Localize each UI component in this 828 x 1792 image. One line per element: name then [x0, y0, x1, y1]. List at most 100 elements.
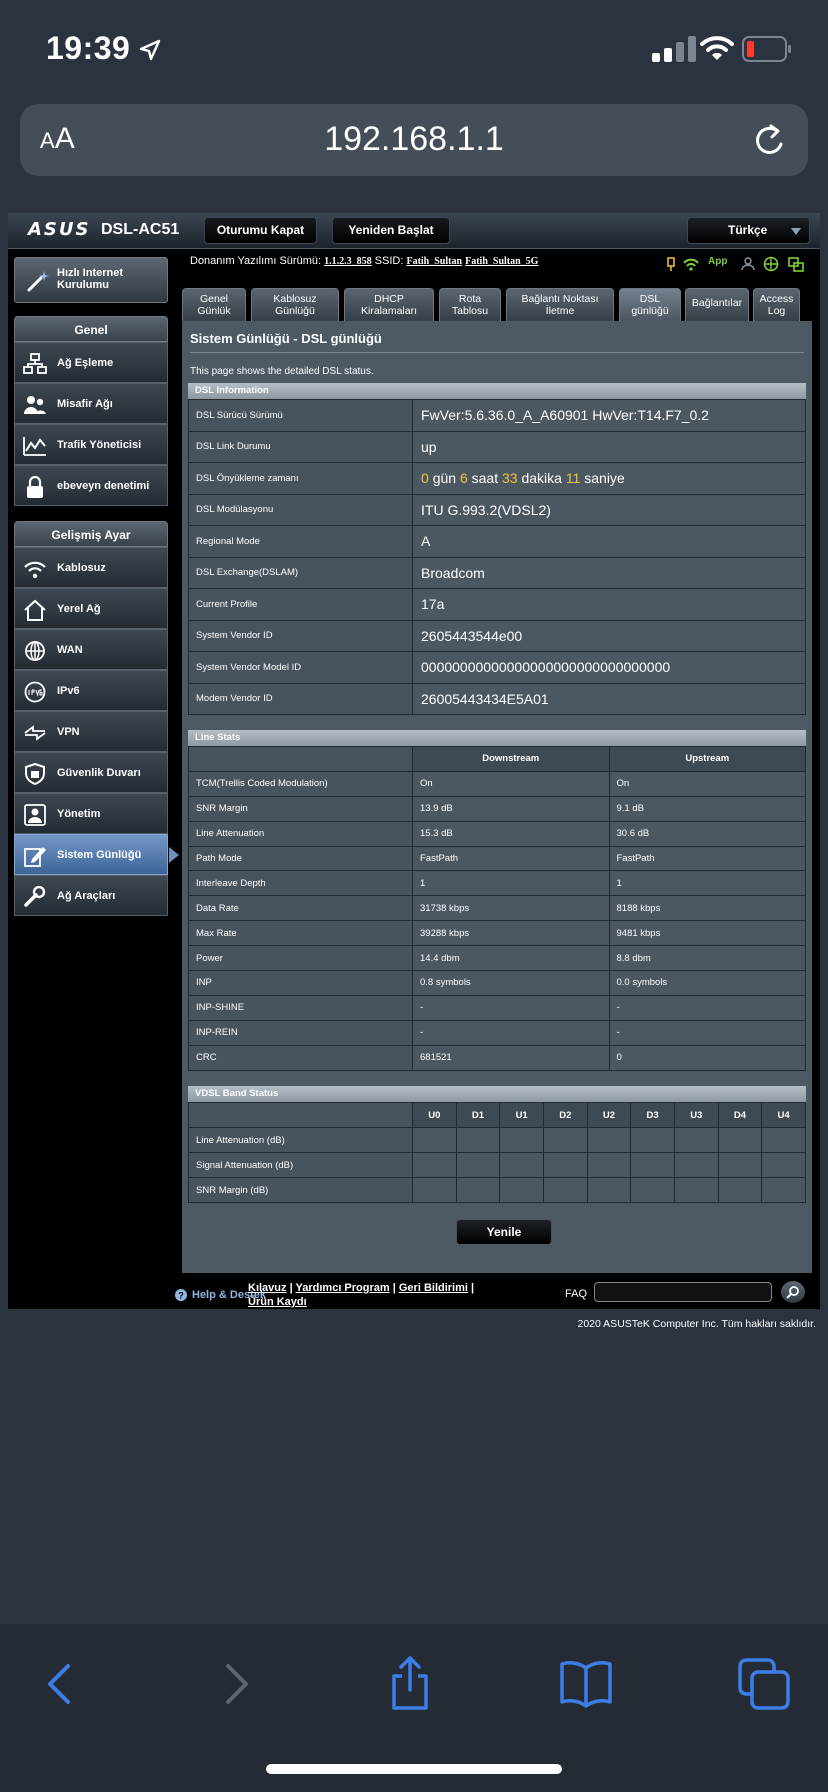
title-divider [190, 352, 804, 353]
ssid-link-1[interactable]: Fatih_Sultan [406, 256, 462, 267]
faq-search-button[interactable] [781, 1281, 805, 1303]
reboot-button[interactable]: Yeniden Başlat [332, 217, 450, 244]
table-row: SNR Margin 13.9 dB 9.1 dB [188, 795, 806, 822]
tabs-icon[interactable] [734, 1654, 794, 1714]
reload-icon[interactable] [750, 120, 790, 160]
internet-globe-icon [763, 256, 779, 272]
guest-users-icon [24, 396, 46, 414]
tab-port-forwarding[interactable]: Bağlantı Noktası İletme [506, 288, 614, 322]
dsl-information-table: DSL Sürücü Sürümü FwVer:5.6.36.0_A_A60901… [188, 399, 806, 715]
home-icon [24, 599, 46, 621]
product-registration-link[interactable]: Ürün Kaydı [248, 1296, 307, 1308]
page-description: This page shows the detailed DSL status. [190, 366, 374, 377]
table-row: Data Rate 31738 kbps 8188 kbps [188, 895, 806, 922]
ipv6-icon [24, 681, 46, 703]
language-select[interactable]: Türkçe [687, 217, 810, 244]
table-header-row: U0 D1 U1 D2 U2 D3 U3 D4 U4 [188, 1102, 806, 1128]
log-edit-icon [24, 847, 46, 867]
vpn-icon [24, 725, 46, 741]
nav-network-map[interactable]: Ağ Eşleme [14, 342, 168, 383]
table-row: Current Profile 17a [188, 588, 806, 621]
faq-search-input[interactable] [594, 1282, 772, 1302]
downstream-header: Downstream [412, 746, 610, 772]
table-row: Line Attenuation (dB) [188, 1127, 806, 1153]
wifi-app-icon [683, 258, 699, 271]
clients-icon [741, 257, 755, 271]
table-row: DSL Modülasyonu ITU G.993.2(VDSL2) [188, 493, 806, 526]
copyright-text: 2020 ASUSTeK Computer Inc. Tüm hakları s… [577, 1318, 816, 1330]
firmware-version-link[interactable]: 1.1.2.3_858 [324, 256, 372, 267]
footer-links: Kılavuz | Yardımcı Program | Geri Bildir… [248, 1282, 475, 1308]
network-map-icon [23, 353, 47, 374]
tab-access-log[interactable]: Access Log [753, 288, 800, 322]
nav-guest-network[interactable]: Misafir Ağı [14, 383, 168, 424]
table-row: Max Rate 39288 kbps 9481 kbps [188, 920, 806, 947]
tab-wireless-log[interactable]: Kablosuz Günlüğü [251, 288, 339, 322]
nav-ipv6[interactable]: IPv6 [14, 670, 168, 711]
table-row: Line Attenuation 15.3 dB 30.6 dB [188, 820, 806, 847]
shield-icon [25, 763, 45, 785]
table-row: SNR Margin (dB) [188, 1177, 806, 1203]
address-bar[interactable]: AA 192.168.1.1 [20, 104, 808, 176]
refresh-button[interactable]: Yenile [456, 1219, 552, 1245]
tab-general-log[interactable]: Genel Günlük [182, 288, 246, 322]
utility-link[interactable]: Yardımcı Program [296, 1282, 390, 1294]
router-footer: ? Help & Destek Kılavuz | Yardımcı Progr… [8, 1275, 820, 1309]
magic-wand-icon [27, 271, 49, 292]
wireless-icon [24, 561, 46, 579]
app-label[interactable]: App [708, 256, 727, 267]
page-title: Sistem Günlüğü - DSL günlüğü [190, 331, 382, 346]
dsl-information-section: DSL Information DSL Sürücü Sürümü FwVer:5… [188, 383, 806, 715]
manual-link[interactable]: Kılavuz [248, 1282, 287, 1294]
dsl-link-status: up [412, 430, 806, 463]
vdsl-band-header: VDSL Band Status [188, 1086, 806, 1102]
cell-signal-icon [652, 36, 696, 62]
nav-traffic-manager[interactable]: Trafik Yöneticisi [14, 424, 168, 465]
globe-icon [25, 641, 45, 661]
table-row: CRC 681521 0 [188, 1044, 806, 1071]
vdsl-band-section: VDSL Band Status U0 D1 U1 D2 U2 D3 U3 D4 U4 Line… [188, 1086, 806, 1203]
nav-wireless[interactable]: Kablosuz [14, 547, 168, 588]
wrench-icon [24, 886, 46, 907]
nav-wan[interactable]: WAN [14, 629, 168, 670]
table-header-row: Downstream Upstream [188, 746, 806, 772]
nav-system-log[interactable]: Sistem Günlüğü [14, 834, 179, 875]
ssid-link-2[interactable]: Fatih_Sultan_5G [465, 256, 538, 267]
quick-internet-setup[interactable]: Hızlı Internet Kurulumu [14, 257, 168, 303]
nav-lan[interactable]: Yerel Ağ [14, 588, 168, 629]
table-row: INP-SHINE - - [188, 994, 806, 1021]
nav-network-tools[interactable]: Ağ Araçları [14, 875, 168, 916]
wifi-icon [700, 36, 734, 60]
dsl-information-header: DSL Information [188, 383, 806, 399]
bookmarks-icon[interactable] [556, 1654, 616, 1714]
table-row: DSL Önyükleme zamanı 0 gün 6 saat 33 dak… [188, 462, 806, 495]
nav-firewall[interactable]: Güvenlik Duvarı [14, 752, 168, 793]
chevron-down-icon [791, 228, 801, 235]
nav-administration[interactable]: Yönetim [14, 793, 168, 834]
admin-user-icon [24, 804, 46, 826]
line-stats-table: Downstream Upstream TCM(Trellis Coded Mod… [188, 746, 806, 1071]
tab-connections[interactable]: Bağlantılar [685, 288, 749, 322]
line-stats-header: Line Stats [188, 730, 806, 746]
table-row: Power 14.4 dbm 8.8 dbm [188, 945, 806, 972]
table-row: Signal Attenuation (dB) [188, 1152, 806, 1178]
table-row: Modem Vendor ID 26005443434E5A01 [188, 682, 806, 715]
status-time: 19:39 [46, 30, 131, 66]
feedback-link[interactable]: Geri Bildirimi [399, 1282, 468, 1294]
nav-parental-control[interactable]: ebeveyn denetimi [14, 465, 168, 506]
table-row: TCM(Trellis Coded Modulation) On On [188, 770, 806, 797]
content-panel: Sistem Günlüğü - DSL günlüğü This page s… [182, 321, 812, 1273]
back-icon[interactable] [30, 1654, 90, 1714]
tab-dsl-log[interactable]: DSL günlüğü [619, 288, 681, 322]
line-stats-section: Line Stats Downstream Upstream TCM(Trelli… [188, 730, 806, 1071]
logout-button[interactable]: Oturumu Kapat [204, 217, 317, 244]
nav-vpn[interactable]: VPN [14, 711, 168, 752]
tab-dhcp-leases[interactable]: DHCP Kiralamaları [344, 288, 434, 322]
location-arrow-icon [139, 39, 161, 61]
tab-routing-table[interactable]: Rota Tablosu [439, 288, 501, 322]
router-model: DSL-AC51 [101, 221, 180, 238]
url-text[interactable]: 192.168.1.1 [20, 120, 808, 159]
dsl-uptime: 0 gün 6 saat 33 dakika 11 saniye [412, 462, 806, 495]
nav-advanced-header: Gelişmiş Ayar [14, 521, 168, 547]
share-icon[interactable] [380, 1654, 440, 1714]
